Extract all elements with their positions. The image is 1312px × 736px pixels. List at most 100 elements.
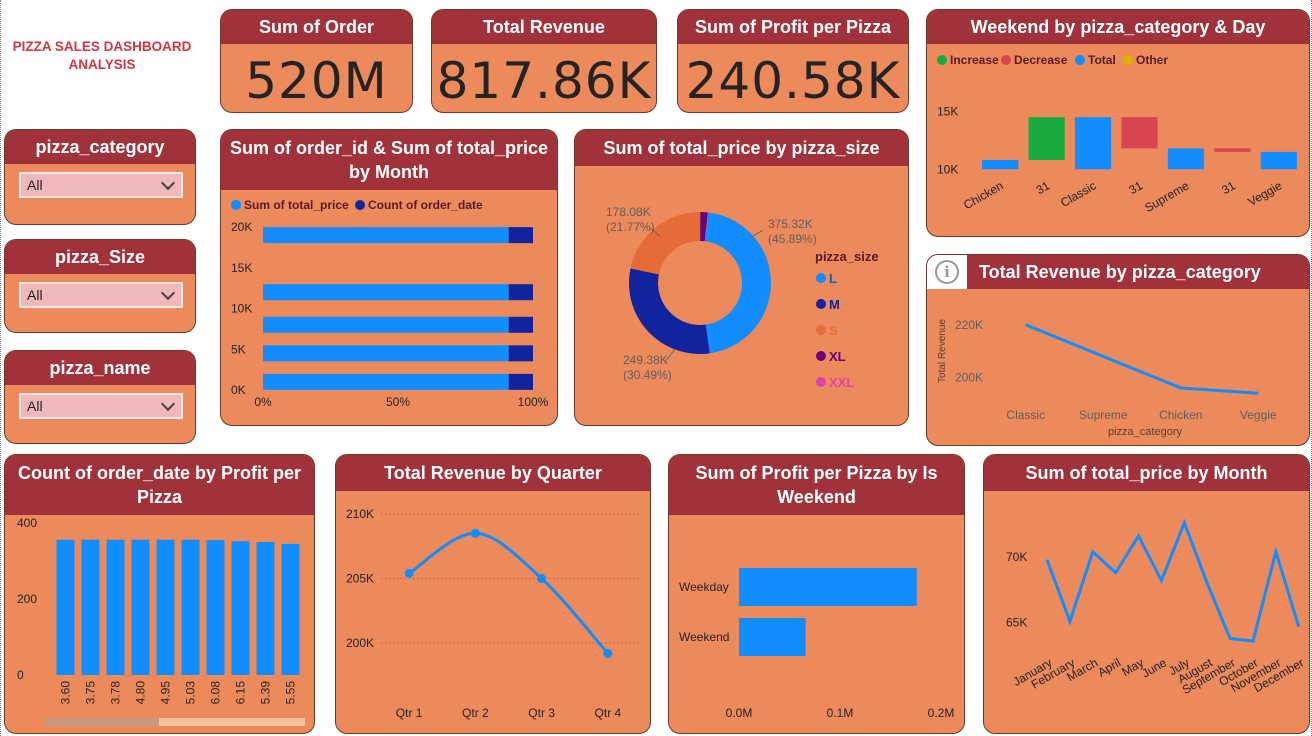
bar [739,568,917,606]
legend-marker [1075,55,1085,65]
legend-label: XXL [829,375,854,390]
y-tick-label: Weekday [679,580,729,594]
kpi-card-total-revenue: Total Revenue 817.86K [431,9,657,113]
chart-title: Sum of total_price by pizza_size [575,130,908,166]
weekend-bar-chart: Weekday Weekend 0.0M 0.1M 0.2M [679,568,955,720]
kpi-card-sum-of-order: Sum of Order 520M [220,9,413,113]
chevron-down-icon [160,175,176,191]
donut-slice [629,268,710,354]
bar [156,539,175,675]
chart-title: Weekend by pizza_category & Day [927,10,1309,44]
x-tick-label: Supreme [1142,178,1191,215]
donut-chart-card: Sum of total_price by pizza_size 375.32K… [574,129,909,426]
waterfall-bar [1121,117,1158,149]
waterfall-bar [1214,148,1251,152]
legend-label: XL [829,349,846,364]
quarter-line-chart-card: Total Revenue by Quarter 210K 205K 200K Qtr… [335,454,651,734]
legend-label: M [829,297,840,312]
waterfall-bar [1028,117,1065,160]
stacked-segment-order-date [508,373,533,390]
x-axis-title: pizza_category [1108,426,1182,438]
waterfall-chart-card: Weekend by pizza_category & Day Increase… [926,9,1310,237]
pizza-category-dropdown[interactable]: All [19,172,183,198]
info-icon[interactable]: i [927,255,967,289]
x-tick-label: Veggie [1245,178,1284,209]
x-tick-label: Qtr 4 [595,706,622,720]
profit-bar-chart: 400 200 0 3.60 3.75 3.78 4.80 4.95 5.03 6.08 6.15 5… [17,516,305,726]
data-label-value: 249.38K [623,353,668,367]
profit-bar-chart-card: Count of order_date by Profit per Pizza … [4,454,315,734]
stacked-segment-total-price [263,345,509,362]
stacked-bar-chart-card: Sum of order_id & Sum of total_price by … [220,129,558,426]
y-tick-label: 65K [1006,616,1027,630]
legend-marker [355,200,365,210]
dropdown-value: All [27,287,43,303]
x-tick-label: Supreme [1079,408,1128,422]
kpi-value: 817.86K [436,52,652,110]
x-tick-label: 50% [386,395,410,409]
x-tick-label: 0.0M [726,706,753,720]
x-tick-label: Chicken [961,178,1006,212]
bar [256,542,275,675]
month-line-chart-card: Sum of total_price by Month 70K 65K Januar… [983,454,1310,734]
chart-title: Total Revenue by Quarter [336,455,650,491]
x-tick-label: Veggie [1240,408,1277,422]
kpi-title: Sum of Order [221,10,412,44]
data-label-pct: (45.89%) [768,232,817,246]
bar [81,539,100,675]
legend-marker [937,55,947,65]
stacked-segment-order-date [508,345,533,362]
legend-marker [816,351,826,361]
pizza-name-dropdown[interactable]: All [19,393,183,419]
y-tick-label: 5K [231,342,246,356]
series-line [1025,323,1259,395]
kpi-title: Sum of Profit per Pizza [678,10,908,44]
stacked-segment-total-price [263,316,509,333]
weekend-bar-chart-card: Sum of Profit per Pizza by Is Weekend We… [668,454,965,734]
data-label-pct: (21.77%) [606,220,655,234]
y-tick-label: 0K [231,383,246,397]
series-line [1045,518,1301,643]
x-tick-label: 31 [1034,178,1053,197]
legend-label: S [829,323,838,338]
slicer-title: pizza_category [5,130,195,164]
y-tick-label: 10K [937,162,958,176]
chevron-down-icon [160,396,176,412]
legend-label: Other [1136,53,1168,67]
data-label-value: 375.32K [768,217,813,231]
y-tick-label: Weekend [679,630,729,644]
legend-marker [1123,55,1133,65]
x-tick-label: 4.80 [134,681,148,705]
x-tick-label: 0.1M [827,706,854,720]
x-tick-label: 5.39 [259,681,273,705]
y-tick-label: 15K [231,261,252,275]
x-tick-label: Qtr 2 [462,706,489,720]
kpi-card-profit-per-pizza: Sum of Profit per Pizza 240.58K [677,9,909,113]
y-tick-label: 200 [17,592,37,606]
y-tick-label: 400 [17,516,37,530]
x-tick-label: Qtr 3 [528,706,555,720]
donut-slice [705,212,771,354]
bar [131,539,150,675]
x-tick-label: 0.2M [928,706,955,720]
x-tick-label: 3.75 [84,681,98,705]
x-tick-label: 3.78 [109,681,123,705]
x-tick-label: 0% [254,395,272,409]
bar [231,541,250,675]
legend-label: Sum of total_price [244,198,349,212]
series-line [408,531,609,655]
dropdown-value: All [27,398,43,414]
scrollbar-thumb[interactable] [45,718,159,726]
stacked-segment-order-date [508,284,533,301]
y-tick-label: 205K [346,572,374,586]
stacked-segment-total-price [263,373,509,390]
data-label-pct: (30.49%) [623,368,672,382]
y-tick-label: 220K [955,318,983,332]
chart-title: Count of order_date by Profit per Pizza [5,455,314,515]
legend-marker [816,377,826,387]
dropdown-value: All [27,177,43,193]
pizza-size-dropdown[interactable]: All [19,282,183,308]
category-line-chart: 220K 200K Classic Supreme Chicken Veggie pizza… [937,318,1297,438]
slicer-pizza-name: pizza_name All [4,350,196,444]
kpi-value: 520M [245,52,388,110]
